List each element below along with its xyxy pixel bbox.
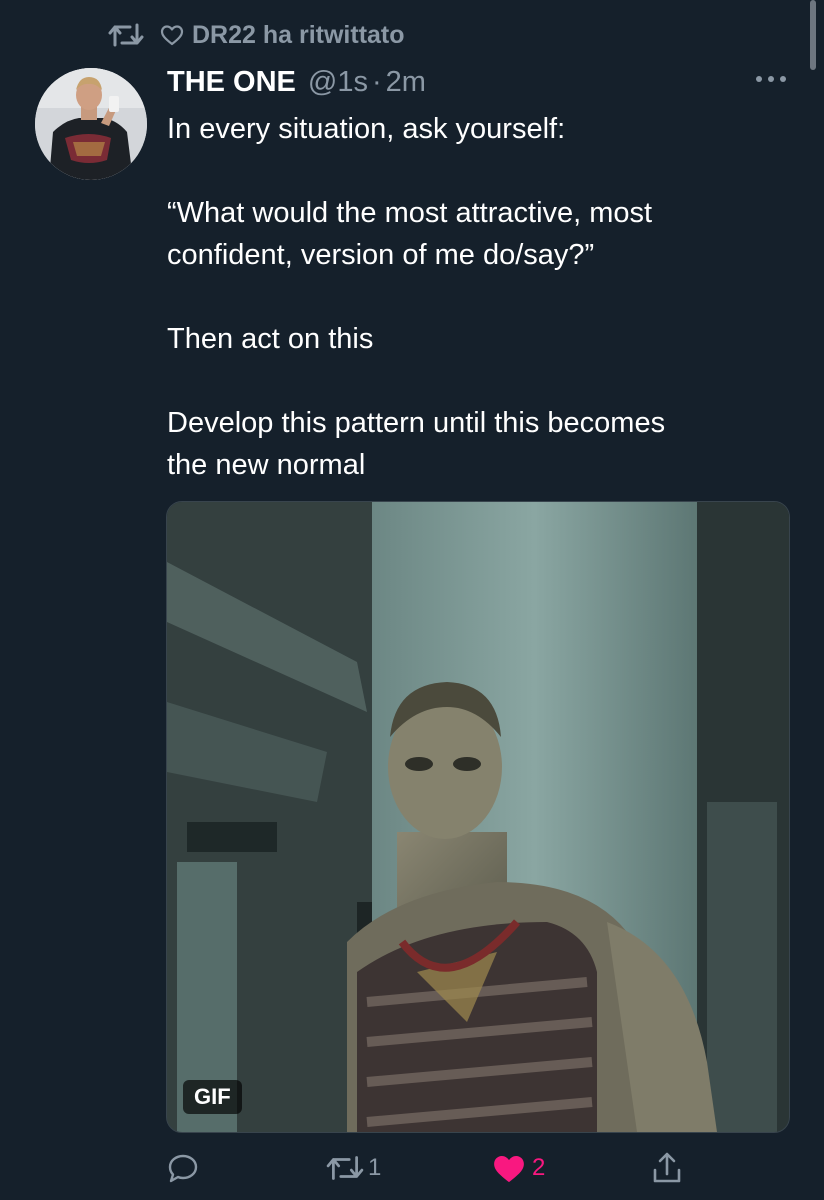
tweet-line: Develop this pattern until this becomes xyxy=(167,407,666,439)
share-icon xyxy=(653,1152,681,1183)
like-count: 2 xyxy=(532,1154,546,1181)
separator: · xyxy=(371,65,382,98)
avatar-image xyxy=(35,68,147,180)
like-button[interactable]: 2 xyxy=(492,1146,545,1190)
tweet-line: the new normal xyxy=(167,449,366,481)
retweet-icon xyxy=(108,23,144,47)
gif-media[interactable]: GIF xyxy=(166,501,790,1133)
heart-filled-icon xyxy=(494,1155,524,1183)
retweet-context: DR22 ha ritwittato xyxy=(108,17,405,53)
line-break xyxy=(167,276,787,318)
retweet-context-label: DR22 ha ritwittato xyxy=(192,20,405,49)
gif-badge: GIF xyxy=(183,1080,242,1114)
reply-button[interactable] xyxy=(166,1146,204,1190)
tweet-header: THE ONE @1s · 2m xyxy=(167,60,426,104)
scrollbar[interactable] xyxy=(810,0,816,70)
share-button[interactable] xyxy=(650,1146,684,1190)
tweet-line: confident, version of me do/say?” xyxy=(167,239,595,271)
gif-image xyxy=(167,502,789,1132)
tweet-text: In every situation, ask yourself: “What … xyxy=(167,108,787,486)
retweet-count: 1 xyxy=(368,1154,382,1181)
tweet-actions: 1 2 xyxy=(166,1146,706,1190)
heart-outline-icon xyxy=(160,25,184,46)
reply-icon xyxy=(168,1154,198,1183)
tweet-line: In every situation, ask yourself: xyxy=(167,113,566,145)
retweet-icon xyxy=(326,1156,364,1180)
tweet-line: “What would the most attractive, most xyxy=(167,197,653,229)
line-break xyxy=(167,360,787,402)
author-handle[interactable]: @1s xyxy=(308,66,368,99)
avatar[interactable] xyxy=(35,68,147,180)
retweet-button[interactable]: 1 xyxy=(326,1146,381,1190)
tweet-line: Then act on this xyxy=(167,323,374,355)
author-name[interactable]: THE ONE xyxy=(167,66,296,99)
more-options-icon[interactable] xyxy=(752,66,790,92)
post-time[interactable]: 2m xyxy=(386,66,426,99)
line-break xyxy=(167,150,787,192)
